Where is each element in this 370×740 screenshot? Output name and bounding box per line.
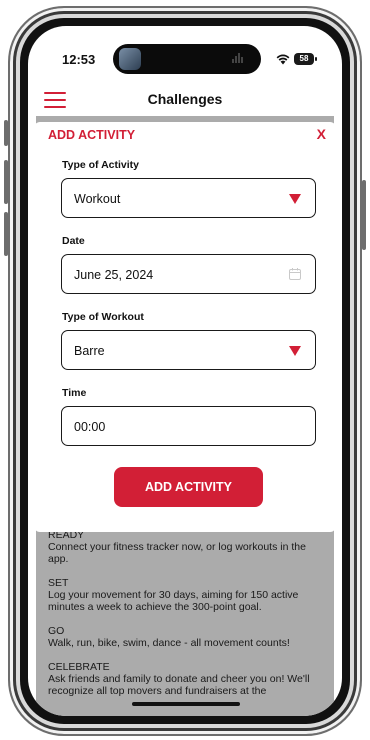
workout-type-label: Type of Workout	[62, 311, 144, 323]
phone-silent-switch	[4, 120, 8, 146]
activity-type-select[interactable]: Workout	[61, 178, 316, 218]
wifi-icon	[276, 54, 290, 65]
activity-type-value: Workout	[74, 192, 121, 206]
close-button[interactable]: X	[317, 126, 326, 142]
workout-type-select[interactable]: Barre	[61, 330, 316, 370]
celebrate-heading: CELEBRATE	[48, 661, 110, 673]
phone-power-button	[362, 180, 366, 250]
set-heading: SET	[48, 577, 69, 589]
dropdown-caret-icon	[289, 194, 301, 204]
date-input[interactable]: June 25, 2024	[61, 254, 316, 294]
activity-type-label: Type of Activity	[62, 159, 140, 171]
battery-icon: 58	[294, 53, 317, 65]
app-header: Challenges	[28, 82, 342, 116]
add-activity-button[interactable]: ADD ACTIVITY	[114, 467, 263, 507]
status-bar: 12:53 58	[28, 26, 342, 88]
set-text: Log your movement for 30 days, aiming fo…	[48, 589, 299, 613]
set-section: SET Log your movement for 30 days, aimin…	[48, 577, 318, 613]
date-label: Date	[62, 235, 85, 247]
date-value: June 25, 2024	[74, 268, 154, 282]
time-input[interactable]: 00:00	[61, 406, 316, 446]
dropdown-caret-icon	[289, 346, 301, 356]
calendar-icon[interactable]	[289, 268, 301, 280]
status-time: 12:53	[62, 52, 96, 67]
island-avatar-icon	[119, 48, 141, 70]
go-text: Walk, run, bike, swim, dance - all movem…	[48, 637, 290, 649]
audio-bars-icon	[232, 53, 243, 63]
home-indicator[interactable]	[132, 702, 240, 706]
ready-section: READY Connect your fitness tracker now, …	[48, 529, 318, 565]
celebrate-text: Ask friends and family to donate and che…	[48, 673, 310, 697]
dynamic-island	[113, 44, 261, 74]
page-title: Challenges	[147, 91, 223, 107]
workout-type-value: Barre	[74, 344, 105, 358]
celebrate-section: CELEBRATE Ask friends and family to dona…	[48, 661, 318, 697]
phone-screen: READY Connect your fitness tracker now, …	[28, 26, 342, 716]
phone-volume-up	[4, 160, 8, 204]
go-heading: GO	[48, 625, 65, 637]
add-activity-modal: ADD ACTIVITY X Type of Activity Workout …	[34, 122, 336, 532]
ready-text: Connect your fitness tracker now, or log…	[48, 541, 306, 565]
time-label: Time	[62, 387, 87, 399]
challenge-description: READY Connect your fitness tracker now, …	[48, 529, 318, 709]
modal-title: ADD ACTIVITY	[48, 128, 136, 142]
phone-volume-down	[4, 212, 8, 256]
go-section: GO Walk, run, bike, swim, dance - all mo…	[48, 625, 318, 649]
time-value: 00:00	[74, 420, 106, 434]
